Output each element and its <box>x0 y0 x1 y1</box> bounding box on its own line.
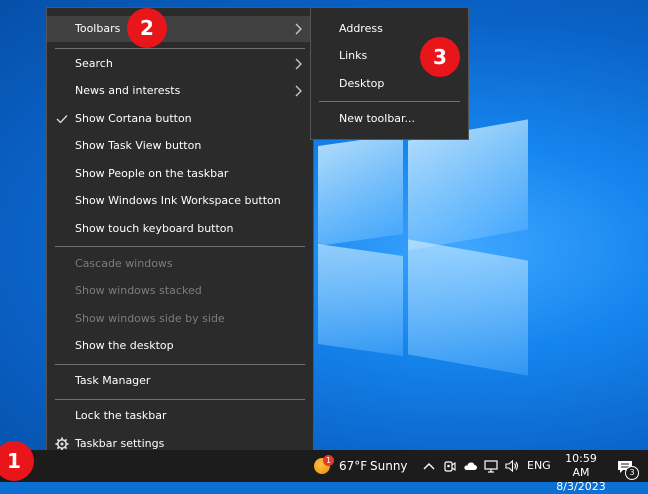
gear-icon <box>55 437 69 451</box>
chevron-up-icon[interactable] <box>421 458 437 474</box>
menu-item-cascade-windows: Cascade windows <box>47 251 313 277</box>
menu-item-show-the-desktop[interactable]: Show the desktop <box>47 333 313 359</box>
menu-item-label: Cascade windows <box>75 257 173 270</box>
menu-item-label: Lock the taskbar <box>75 409 167 422</box>
onedrive-cloud-icon[interactable] <box>462 458 478 474</box>
menu-item-label: Show People on the taskbar <box>75 167 229 180</box>
menu-item-label: Show Task View button <box>75 139 202 152</box>
chevron-right-icon <box>295 58 302 70</box>
menu-item-show-windows-side-by-side: Show windows side by side <box>47 306 313 332</box>
menu-item-label: News and interests <box>75 84 181 97</box>
volume-icon[interactable] <box>504 458 520 474</box>
menu-item-label: Show touch keyboard button <box>75 222 234 235</box>
menu-item-task-manager[interactable]: Task Manager <box>47 368 313 394</box>
menu-item-label: Toolbars <box>75 22 121 35</box>
meet-now-icon[interactable] <box>442 458 458 474</box>
clock-time: 10:59 AM <box>565 452 597 479</box>
menu-item-news-and-interests[interactable]: News and interests <box>47 78 313 104</box>
windows-logo-pane <box>318 244 403 356</box>
menu-item-show-cortana-button[interactable]: Show Cortana button <box>47 106 313 132</box>
menu-item-lock-the-taskbar[interactable]: Lock the taskbar <box>47 403 313 429</box>
menu-separator <box>319 101 460 102</box>
menu-item-label: Show the desktop <box>75 339 174 352</box>
menu-item-show-touch-keyboard[interactable]: Show touch keyboard button <box>47 216 313 242</box>
windows-logo-pane <box>408 239 528 376</box>
weather-condition[interactable]: Sunny <box>370 450 408 482</box>
menu-item-label: Show Cortana button <box>75 112 192 125</box>
taskbar[interactable]: 1 67°F Sunny ENG 10:59 AM 8/3/2023 3 <box>0 450 648 493</box>
menu-item-show-windows-stacked: Show windows stacked <box>47 278 313 304</box>
menu-item-show-task-view-button[interactable]: Show Task View button <box>47 133 313 159</box>
menu-separator <box>55 246 305 247</box>
chevron-right-icon <box>295 23 302 35</box>
menu-separator <box>55 48 305 49</box>
menu-item-label: Links <box>339 49 368 62</box>
submenu-item-new-toolbar[interactable]: New toolbar... <box>311 106 468 132</box>
weather-temperature[interactable]: 67°F <box>339 450 367 482</box>
windows-logo-pane <box>318 134 403 246</box>
chevron-right-icon <box>295 85 302 97</box>
menu-item-show-windows-ink[interactable]: Show Windows Ink Workspace button <box>47 188 313 214</box>
checkmark-icon <box>56 115 68 124</box>
menu-item-label: Address <box>339 22 383 35</box>
menu-item-label: Desktop <box>339 77 385 90</box>
menu-item-label: Show windows side by side <box>75 312 225 325</box>
menu-separator <box>55 364 305 365</box>
step-badge-3: 3 <box>420 37 460 77</box>
menu-item-show-people[interactable]: Show People on the taskbar <box>47 161 313 187</box>
input-language[interactable]: ENG <box>527 450 551 482</box>
clock[interactable]: 10:59 AM 8/3/2023 <box>556 452 606 494</box>
menu-item-label: Task Manager <box>75 374 151 387</box>
taskbar-context-menu: Toolbars Search News and interests Show … <box>46 7 314 466</box>
menu-item-label: Search <box>75 57 113 70</box>
notification-count-badge: 3 <box>625 466 639 480</box>
menu-item-label: New toolbar... <box>339 112 416 125</box>
clock-date: 8/3/2023 <box>556 480 606 493</box>
menu-item-label: Taskbar settings <box>75 437 165 450</box>
menu-item-label: Show Windows Ink Workspace button <box>75 194 281 207</box>
menu-separator <box>55 399 305 400</box>
network-icon[interactable] <box>483 458 499 474</box>
menu-item-label: Show windows stacked <box>75 284 202 297</box>
menu-item-toolbars[interactable]: Toolbars <box>47 16 313 42</box>
weather-alert-badge: 1 <box>323 455 334 466</box>
menu-item-search[interactable]: Search <box>47 51 313 77</box>
step-badge-2: 2 <box>127 8 167 48</box>
